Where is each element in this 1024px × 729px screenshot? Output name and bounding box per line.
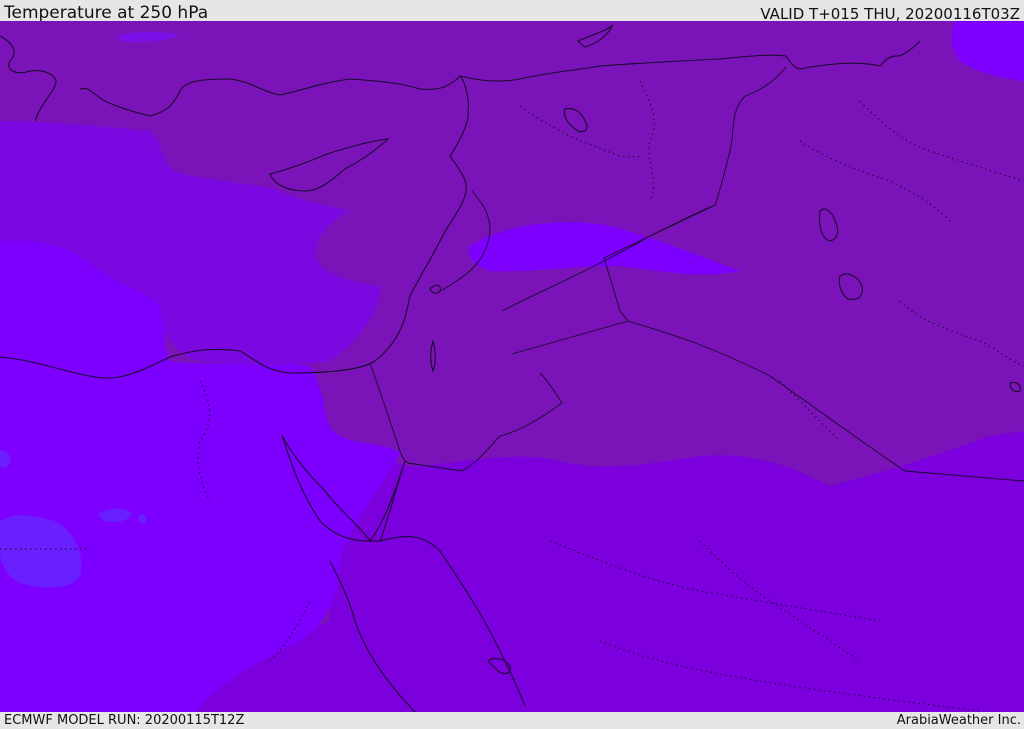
- title-bar: Temperature at 250 hPa VALID T+015 THU, …: [0, 0, 1024, 23]
- map-canvas: [0, 21, 1024, 712]
- map-title: Temperature at 250 hPa: [4, 3, 209, 23]
- credit-label: ArabiaWeather Inc.: [896, 713, 1021, 728]
- model-run-label: ECMWF MODEL RUN: 20200115T12Z: [4, 713, 245, 728]
- footer-bar: ECMWF MODEL RUN: 20200115T12Z ArabiaWeat…: [0, 712, 1024, 729]
- temperature-map[interactable]: [0, 21, 1024, 712]
